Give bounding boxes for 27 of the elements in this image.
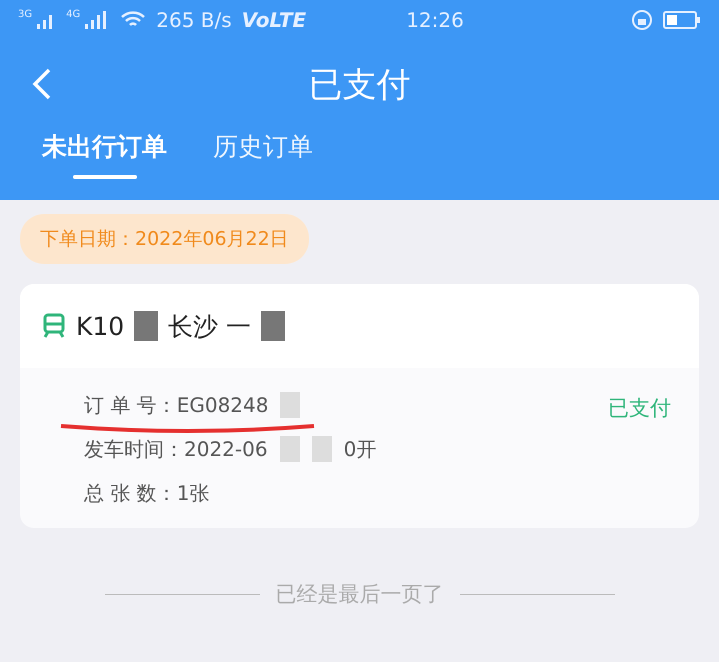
end-of-list-text: 已经是最后一页了 [276,581,444,608]
redaction-block [261,311,286,341]
train-icon [42,313,66,339]
page-title: 已支付 [308,64,410,107]
redaction-block [280,392,300,418]
redaction-block [280,436,300,462]
volte-label: VoLTE [242,8,306,32]
network-label: 4G [66,9,80,20]
order-detail: 总 张 数：1张 [84,480,210,506]
order-card[interactable]: K10 长沙 一 订 单 号：EG08248 发车时间：2022-06 0开 总 张 数：1张 已支付 [20,284,699,528]
train-number: K10 [76,312,124,340]
clock: 12:26 [406,8,465,32]
order-detail: 订 单 号：EG08248 [84,392,268,418]
tab[interactable]: 历史订单 [213,130,313,195]
tab[interactable]: 未出行订单 [42,130,167,195]
order-detail: 发车时间：2022-06 [84,436,268,462]
order-date: 下单日期：2022年06月22日 [20,214,309,264]
redaction-block [134,311,158,341]
data-speed: 265 B/s [156,8,232,32]
battery-icon [663,10,701,30]
rotation-lock-icon [631,9,653,31]
back-icon [32,68,52,100]
redaction-block [312,436,332,462]
route: 长沙 一 [168,310,252,342]
order-status: 已支付 [608,395,671,422]
order-detail: 0开 [344,436,376,462]
network-label: 3G [18,9,32,20]
